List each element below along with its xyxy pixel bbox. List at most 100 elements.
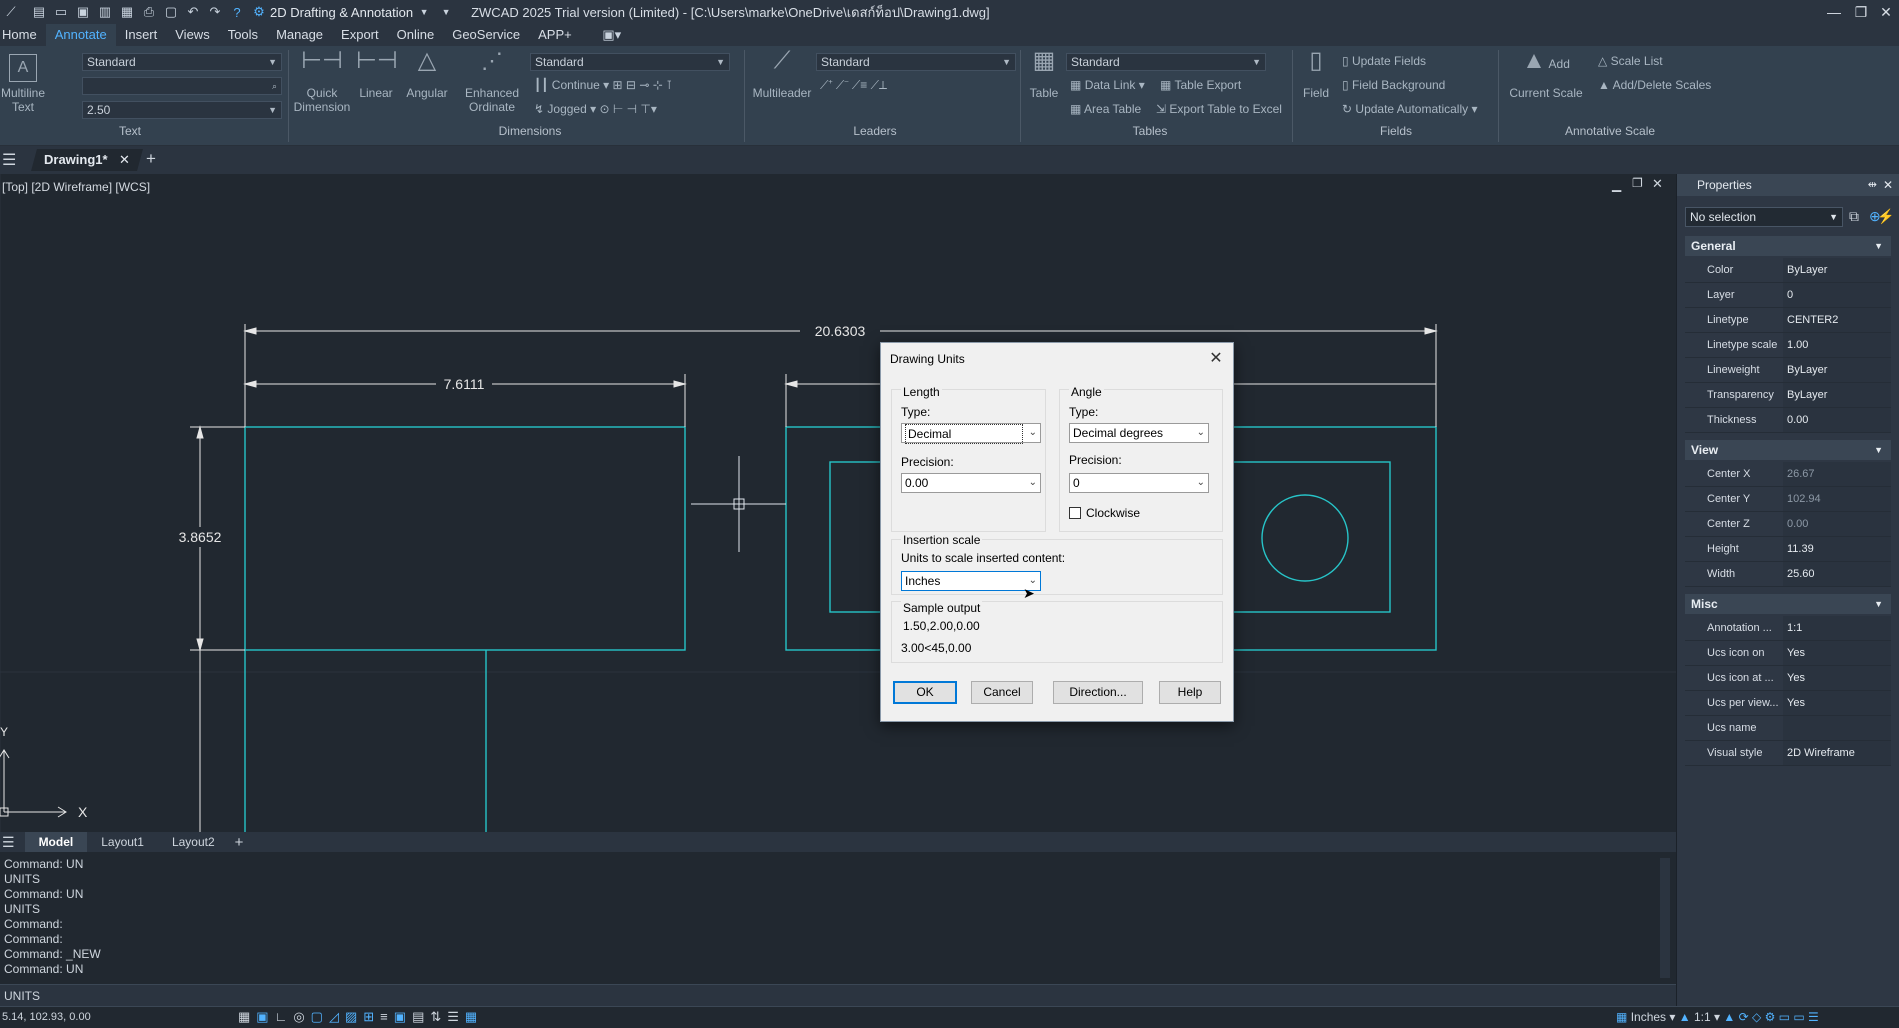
grid-toggle-icon[interactable]: ▦ (238, 1009, 256, 1024)
property-row-annotation[interactable]: Annotation ... 1:1 (1685, 616, 1891, 641)
ribbon-display-icon[interactable]: ▣▾ (601, 25, 623, 45)
command-scrollbar[interactable] (1660, 858, 1670, 978)
direction-button[interactable]: Direction... (1053, 681, 1143, 704)
add-current-scale-button[interactable]: ▲ Add Current Scale (1502, 49, 1590, 101)
toggle-pickadd-icon[interactable]: ⧉ (1849, 208, 1859, 225)
selection-combo[interactable]: No selection ▼ (1685, 207, 1843, 227)
dim-style-combo[interactable]: Standard ▼ (530, 53, 730, 71)
property-value[interactable]: 0.00 (1783, 512, 1891, 536)
multileader-button[interactable]: ⟋ Multileader (748, 49, 816, 101)
category-general[interactable]: General ▼ (1685, 236, 1891, 256)
hamburger-menu-icon[interactable]: ☰ (2, 150, 16, 170)
enhanced-ordinate-button[interactable]: ⋰ Enhanced Ordinate (460, 50, 524, 115)
property-row-width[interactable]: Width 25.60 (1685, 562, 1891, 587)
clockwise-checkbox[interactable] (1069, 507, 1081, 519)
tab-app-plus[interactable]: APP+ (529, 24, 581, 46)
property-value[interactable]: 0.00 (1783, 408, 1891, 432)
pin-icon[interactable]: ⇹ (1868, 174, 1877, 196)
left-rectangle[interactable] (244, 426, 686, 651)
linear-dimension-button[interactable]: ⊢⊣ Linear (356, 49, 398, 101)
undo-icon[interactable]: ↶ (182, 2, 204, 22)
category-misc[interactable]: Misc ▼ (1685, 594, 1891, 614)
tab-home[interactable]: Home (0, 24, 46, 46)
publish-icon[interactable]: ▦ (116, 2, 138, 22)
continue-button[interactable]: ┃┃ Continue ▾ ⊞ ⊟ ⊸ ⊹ ⊺ (534, 78, 672, 92)
quick-dimension-button[interactable]: ⊢⊣ Quick Dimension (292, 49, 352, 115)
save-as-icon[interactable]: ▥ (94, 2, 116, 22)
table-style-combo[interactable]: Standard ▼ (1066, 53, 1266, 71)
layout-menu-icon[interactable]: ☰ (0, 834, 25, 851)
quick-properties-icon[interactable]: ▤ (412, 1009, 430, 1024)
tab-online[interactable]: Online (388, 24, 444, 46)
workspace-dropdown-icon[interactable]: ▼ (413, 2, 435, 22)
tab-geoservice[interactable]: GeoService (443, 24, 529, 46)
ok-button[interactable]: OK (893, 681, 957, 704)
property-value[interactable]: 0 (1783, 283, 1891, 307)
document-tab[interactable]: Drawing1* ✕ (31, 149, 144, 171)
update-fields-button[interactable]: ▯ Update Fields (1342, 54, 1426, 68)
tab-tools[interactable]: Tools (219, 24, 267, 46)
tab-annotate[interactable]: Annotate (45, 24, 116, 46)
tab-views[interactable]: Views (166, 24, 218, 46)
property-value[interactable]: ByLayer (1783, 383, 1891, 407)
dynamic-input-icon[interactable]: ⊞ (363, 1009, 380, 1024)
minimize-icon[interactable]: — (1821, 0, 1847, 24)
add-layout-plus-icon[interactable]: + (229, 834, 250, 851)
tab-model[interactable]: Model (24, 832, 88, 852)
scale-list-button[interactable]: △ Scale List (1598, 54, 1663, 68)
workspace-selector[interactable]: 2D Drafting & Annotation (270, 5, 413, 20)
annotation-scale-selector[interactable]: 1:1 (1694, 1010, 1711, 1024)
dialog-close-icon[interactable]: ✕ (1205, 348, 1227, 370)
add-delete-scales-button[interactable]: ▲ Add/Delete Scales (1598, 78, 1711, 92)
close-icon[interactable]: ✕ (1873, 0, 1899, 24)
property-row-visual-style[interactable]: Visual style 2D Wireframe (1685, 741, 1891, 766)
close-icon[interactable]: ✕ (1883, 174, 1893, 196)
property-value[interactable]: 102.94 (1783, 487, 1891, 511)
annotation-visibility-icon[interactable]: ▲ ⟳ ◇ ⚙ ▭ ▭ ☰ (1723, 1010, 1818, 1024)
help-icon[interactable]: ? (226, 2, 248, 22)
dimension-left-label[interactable]: 7.6111 (444, 376, 485, 392)
property-row-lineweight[interactable]: Lineweight ByLayer (1685, 358, 1891, 383)
tab-layout2[interactable]: Layout2 (158, 832, 229, 852)
drawing-viewport[interactable]: [Top] [2D Wireframe] [WCS] ▁ ❐ ✕ 20.6303… (0, 174, 1676, 832)
property-row-center-z[interactable]: Center Z 0.00 (1685, 512, 1891, 537)
property-value[interactable]: ByLayer (1783, 258, 1891, 282)
osnap-toggle-icon[interactable]: ▢ (311, 1009, 329, 1024)
property-value[interactable]: 1:1 (1783, 616, 1891, 640)
close-tab-icon[interactable]: ✕ (119, 149, 130, 171)
property-row-linetype-scale[interactable]: Linetype scale 1.00 (1685, 333, 1891, 358)
save-icon[interactable]: ▣ (72, 2, 94, 22)
property-row-ucs-name[interactable]: Ucs name (1685, 716, 1891, 741)
angle-precision-select[interactable]: 0 ⌄ (1069, 473, 1209, 493)
property-row-center-y[interactable]: Center Y 102.94 (1685, 487, 1891, 512)
snap-toggle-icon[interactable]: ▣ (256, 1009, 274, 1024)
area-table-button[interactable]: ▦ Area Table (1070, 102, 1141, 116)
text-height-combo[interactable]: 2.50 ▼ (82, 101, 282, 119)
property-value[interactable]: 11.39 (1783, 537, 1891, 561)
export-excel-button[interactable]: ⇲ Export Table to Excel (1156, 102, 1282, 116)
angle-type-select[interactable]: Decimal degrees ⌄ (1069, 423, 1209, 443)
tab-manage[interactable]: Manage (267, 24, 332, 46)
drafting-toggles[interactable]: ▦▣∟◎▢◿▨⊞≡▣▤⇅☰▦ (238, 1009, 483, 1025)
cancel-button[interactable]: Cancel (971, 681, 1033, 704)
quick-access-customize-icon[interactable]: ▼ (435, 2, 457, 22)
property-value[interactable]: Yes (1783, 641, 1891, 665)
length-type-select[interactable]: Decimal ⌄ (901, 423, 1041, 444)
text-search-combo[interactable]: ⌕ (82, 77, 282, 95)
redo-icon[interactable]: ↷ (204, 2, 226, 22)
property-value[interactable]: ByLayer (1783, 358, 1891, 382)
quick-select-icon[interactable]: ⚡ (1877, 208, 1894, 225)
property-row-height[interactable]: Height 11.39 (1685, 537, 1891, 562)
property-value[interactable]: Yes (1783, 691, 1891, 715)
property-value[interactable] (1783, 716, 1891, 740)
data-link-button[interactable]: ▦ Data Link ▾ (1070, 78, 1145, 92)
open-folder-icon[interactable]: ▭ (50, 2, 72, 22)
property-row-layer[interactable]: Layer 0 (1685, 283, 1891, 308)
property-value[interactable]: Yes (1783, 666, 1891, 690)
help-button[interactable]: Help (1159, 681, 1221, 704)
property-row-thickness[interactable]: Thickness 0.00 (1685, 408, 1891, 433)
property-row-linetype[interactable]: Linetype CENTER2 (1685, 308, 1891, 333)
command-input[interactable]: UNITS (0, 984, 1676, 1006)
angular-dimension-button[interactable]: △ Angular (403, 49, 451, 101)
print-icon[interactable]: ⎙ (138, 2, 160, 22)
